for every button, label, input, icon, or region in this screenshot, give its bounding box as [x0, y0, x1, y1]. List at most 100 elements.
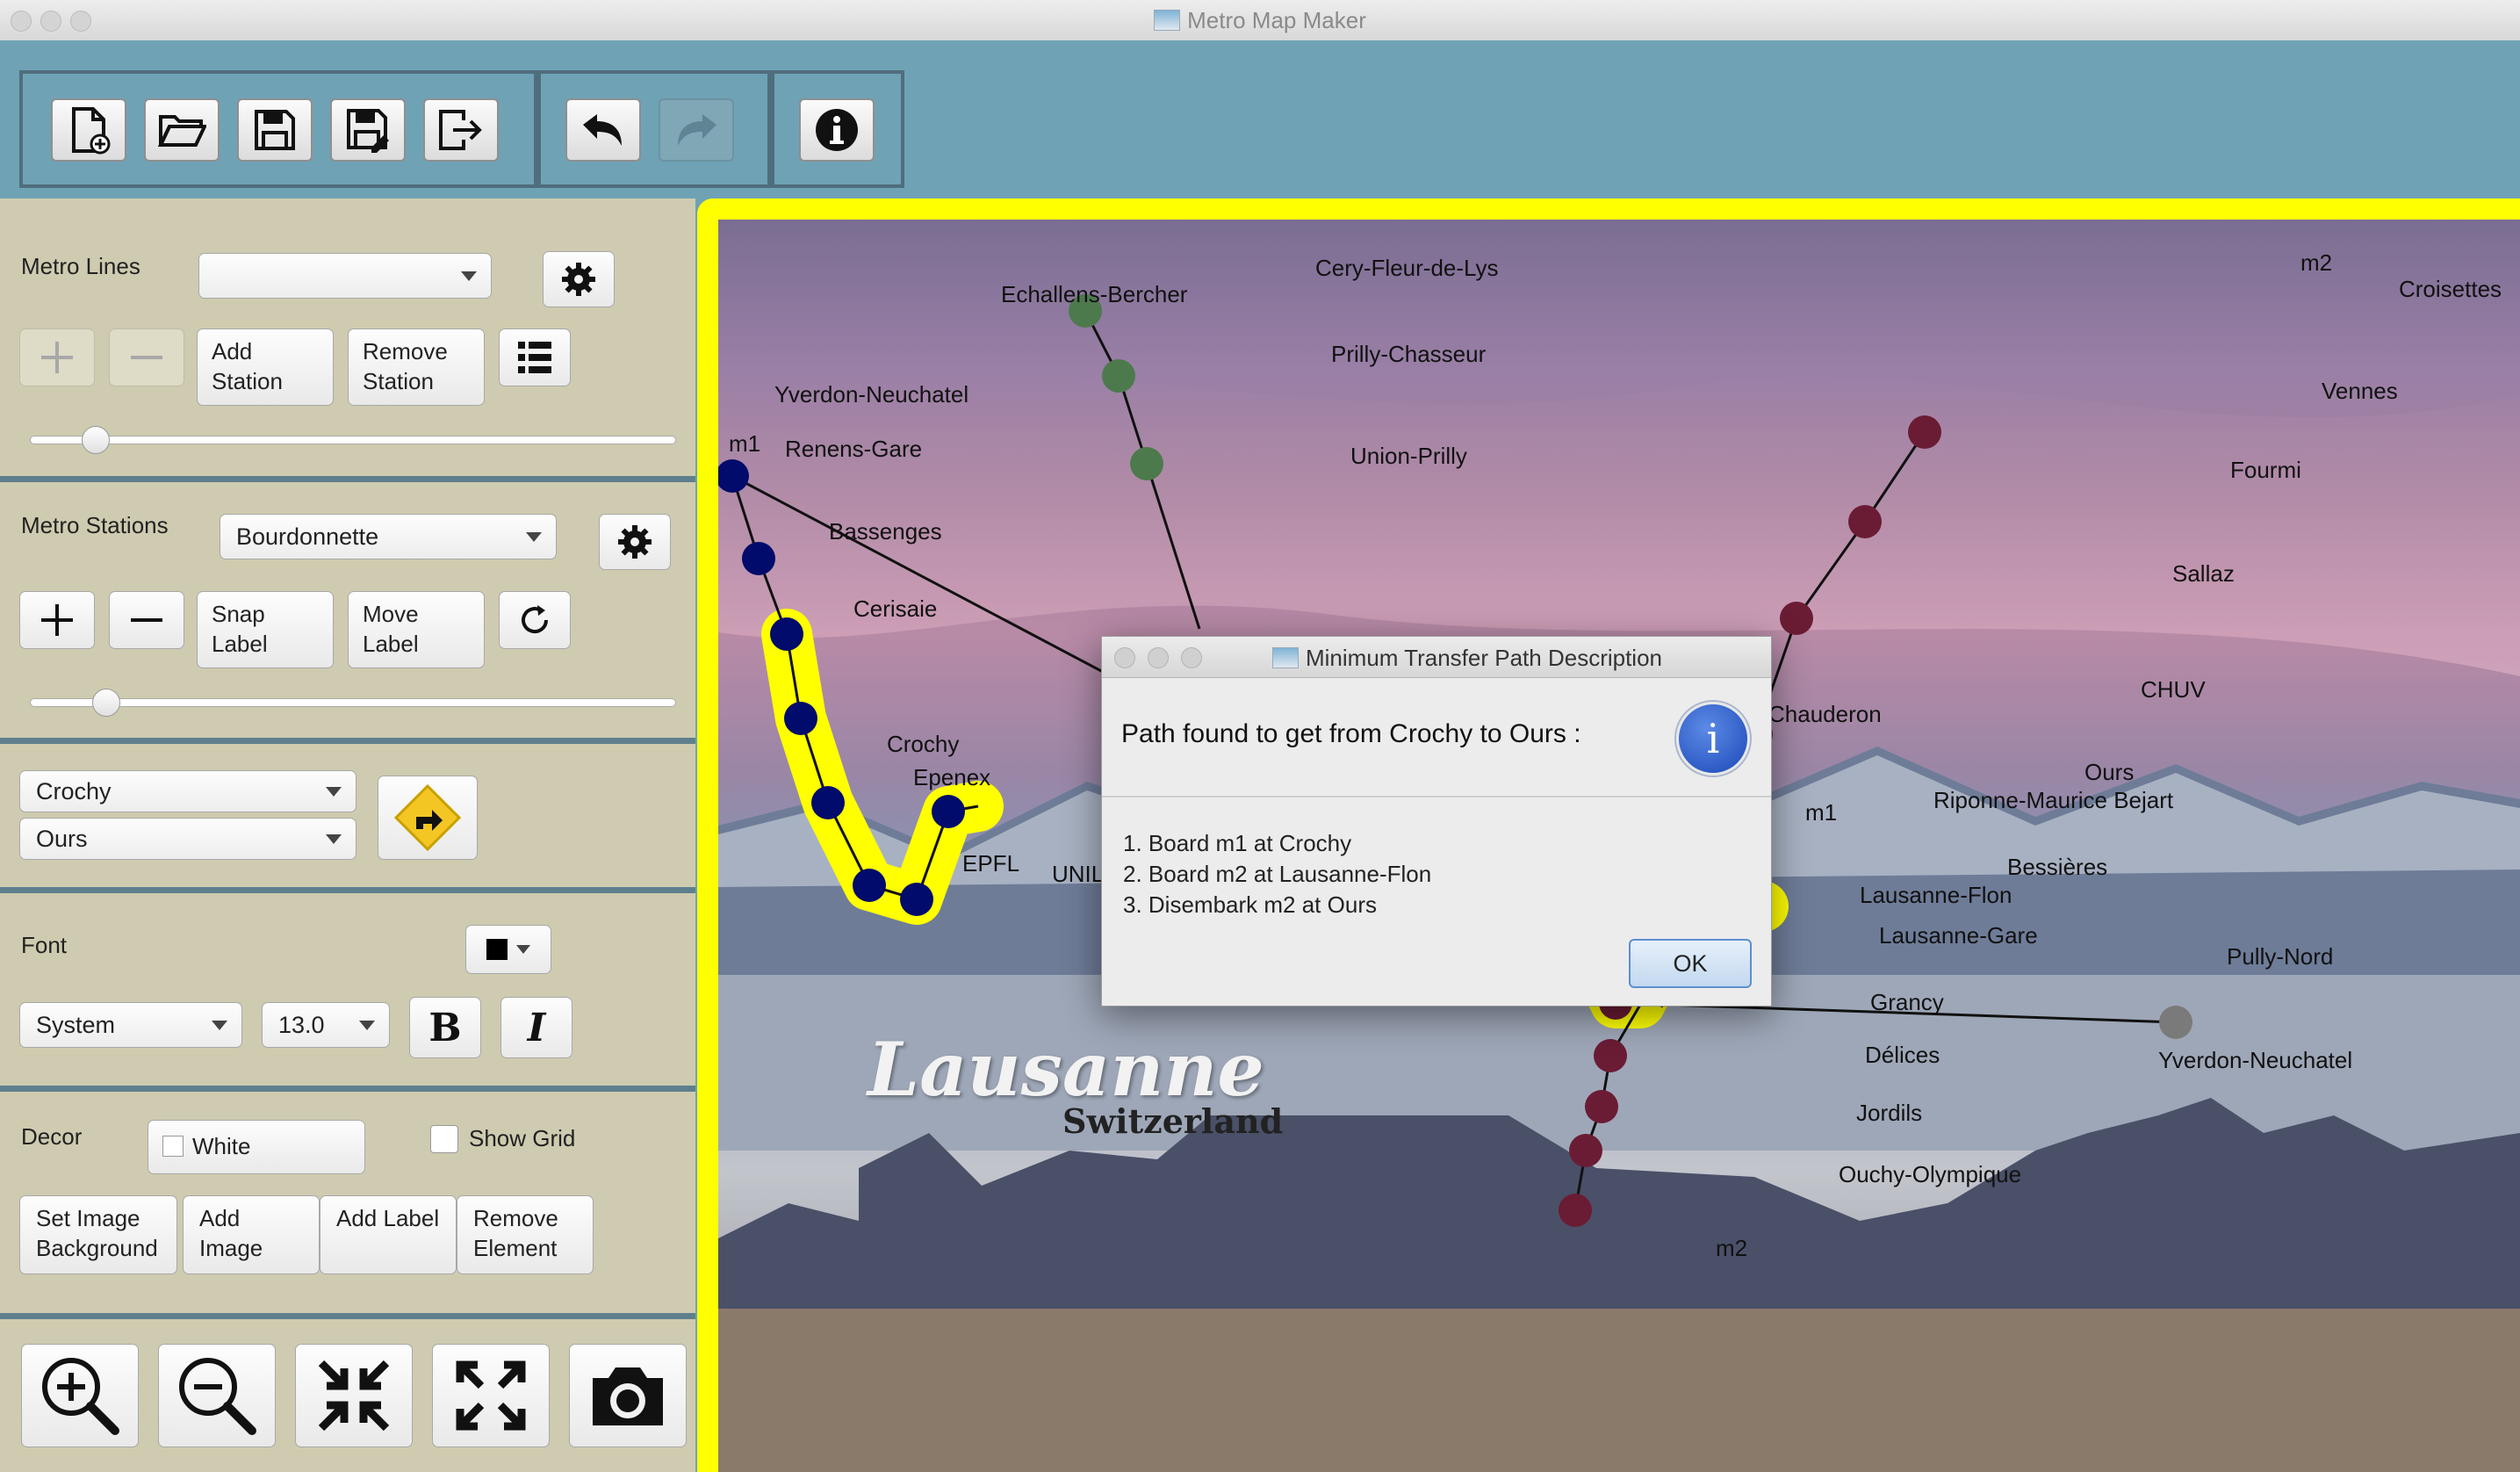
- label-ours[interactable]: Ours: [2084, 759, 2134, 786]
- label-epenex[interactable]: Epenex: [913, 764, 990, 791]
- snapshot-button[interactable]: [569, 1344, 687, 1447]
- label-cerisaie[interactable]: Cerisaie: [853, 595, 937, 623]
- label-cery[interactable]: Cery-Fleur-de-Lys: [1315, 255, 1499, 282]
- edit-line-button[interactable]: [543, 251, 615, 307]
- edit-station-button[interactable]: [599, 514, 671, 570]
- snap-label-button[interactable]: Snap Label: [197, 591, 334, 668]
- new-map-button[interactable]: [51, 98, 126, 162]
- compress-icon: [318, 1360, 390, 1432]
- expand-icon: [456, 1360, 526, 1431]
- label-renens-gare[interactable]: Renens-Gare: [785, 436, 922, 463]
- bold-button[interactable]: B: [409, 997, 481, 1058]
- label-m2-end[interactable]: m2: [1716, 1235, 1747, 1262]
- find-route-button[interactable]: [378, 776, 478, 860]
- route-to-select[interactable]: Ours: [19, 818, 356, 860]
- label-union-prilly[interactable]: Union-Prilly: [1350, 443, 1467, 470]
- open-map-button[interactable]: [144, 98, 220, 162]
- save-map-button[interactable]: [237, 98, 313, 162]
- chevron-down-icon: [212, 1021, 227, 1030]
- label-sallaz[interactable]: Sallaz: [2172, 560, 2235, 588]
- ok-button[interactable]: OK: [1629, 939, 1752, 988]
- label-chuv[interactable]: CHUV: [2141, 676, 2206, 704]
- export-button[interactable]: [423, 98, 499, 162]
- label-chauderon[interactable]: Chauderon: [1768, 701, 1882, 728]
- label-echallens-bercher[interactable]: Echallens-Bercher: [1001, 281, 1187, 308]
- label-lausanne-gare[interactable]: Lausanne-Gare: [1879, 922, 2038, 949]
- remove-station-from-line-button[interactable]: Remove Station: [348, 328, 485, 406]
- label-croisettes[interactable]: Croisettes: [2399, 276, 2502, 303]
- route-from-select[interactable]: Crochy: [19, 770, 356, 812]
- shrink-map-button[interactable]: [295, 1344, 413, 1447]
- stations-green[interactable]: [1069, 294, 1163, 480]
- label-bessieres[interactable]: Bessières: [2007, 854, 2107, 881]
- station-radius-slider[interactable]: [30, 689, 676, 717]
- move-label-button[interactable]: Move Label: [348, 591, 485, 668]
- remove-line-button[interactable]: [109, 328, 184, 386]
- font-color-picker[interactable]: [465, 925, 551, 974]
- label-m1-end[interactable]: m1: [1805, 799, 1837, 826]
- station-prilly-chasseur: [1102, 359, 1135, 393]
- minus-icon: [131, 618, 162, 622]
- label-grancy[interactable]: Grancy: [1870, 989, 1944, 1016]
- save-as-button[interactable]: [330, 98, 406, 162]
- label-pully-nord[interactable]: Pully-Nord: [2227, 943, 2333, 971]
- station-pully-nord[interactable]: [2159, 1006, 2192, 1039]
- rotate-label-button[interactable]: [499, 591, 571, 649]
- add-label-button[interactable]: Add Label: [320, 1195, 457, 1274]
- app-icon: [1154, 10, 1181, 31]
- label-m1-start[interactable]: m1: [729, 430, 760, 458]
- font-size-select[interactable]: 13.0: [262, 1002, 390, 1048]
- new-file-icon: [72, 107, 111, 155]
- label-riponne[interactable]: Riponne-Maurice Bejart: [1933, 787, 2173, 814]
- label-fourmi[interactable]: Fourmi: [2230, 457, 2301, 484]
- metro-line-select[interactable]: [198, 253, 492, 299]
- label-delices[interactable]: Délices: [1865, 1042, 1940, 1069]
- line-thickness-slider[interactable]: [30, 426, 676, 454]
- plus-icon: [41, 342, 73, 373]
- font-family-select[interactable]: System: [19, 1002, 242, 1048]
- dialog-header: Path found to get from Crochy to Ours : …: [1102, 677, 1771, 797]
- add-image-button[interactable]: Add Image: [183, 1195, 320, 1274]
- station-radius-slider-thumb[interactable]: [92, 689, 120, 717]
- redo-button[interactable]: [659, 98, 734, 162]
- label-m2-start[interactable]: m2: [2300, 249, 2332, 277]
- undo-button[interactable]: [565, 98, 641, 162]
- add-station-to-line-button[interactable]: Add Station: [197, 328, 334, 406]
- add-line-button[interactable]: [19, 328, 95, 386]
- window-title-text: Metro Map Maker: [1187, 7, 1366, 33]
- label-lausanne-flon[interactable]: Lausanne-Flon: [1860, 882, 2012, 909]
- background-color-button[interactable]: White: [148, 1120, 365, 1174]
- undo-icon: [583, 114, 622, 146]
- label-crochy[interactable]: Crochy: [887, 731, 959, 758]
- zoom-out-button[interactable]: [158, 1344, 276, 1447]
- label-yverdon-neuchatel-2[interactable]: Yverdon-Neuchatel: [2158, 1047, 2352, 1074]
- save-icon: [255, 110, 295, 150]
- chevron-down-icon: [326, 787, 342, 797]
- label-yverdon-neuchatel-1[interactable]: Yverdon-Neuchatel: [774, 381, 968, 408]
- folder-open-icon: [157, 115, 206, 147]
- label-unil[interactable]: UNIL: [1052, 861, 1104, 888]
- expand-map-button[interactable]: [432, 1344, 550, 1447]
- set-image-background-button[interactable]: Set Image Background: [19, 1195, 177, 1274]
- help-toolbar-group: [771, 70, 904, 188]
- zoom-in-button[interactable]: [21, 1344, 139, 1447]
- chevron-down-icon: [359, 1021, 375, 1030]
- about-button[interactable]: [799, 98, 875, 162]
- label-ouchy-olympique[interactable]: Ouchy-Olympique: [1839, 1161, 2021, 1188]
- show-grid-checkbox[interactable]: [430, 1125, 458, 1153]
- list-stations-button[interactable]: [499, 328, 571, 386]
- label-bassenges[interactable]: Bassenges: [829, 518, 942, 545]
- label-vennes[interactable]: Vennes: [2322, 378, 2398, 405]
- label-epfl[interactable]: EPFL: [962, 850, 1019, 877]
- remove-station-button[interactable]: [109, 591, 184, 649]
- line-thickness-slider-thumb[interactable]: [82, 426, 110, 454]
- minus-icon: [131, 356, 162, 359]
- station-epenex: [811, 786, 845, 819]
- station-union-prilly: [1130, 447, 1163, 480]
- italic-button[interactable]: I: [500, 997, 572, 1058]
- metro-station-select[interactable]: Bourdonnette: [220, 514, 557, 559]
- add-station-button[interactable]: [19, 591, 95, 649]
- label-jordils[interactable]: Jordils: [1856, 1100, 1922, 1127]
- remove-element-button[interactable]: Remove Element: [457, 1195, 594, 1274]
- label-prilly-chasseur[interactable]: Prilly-Chasseur: [1331, 341, 1486, 368]
